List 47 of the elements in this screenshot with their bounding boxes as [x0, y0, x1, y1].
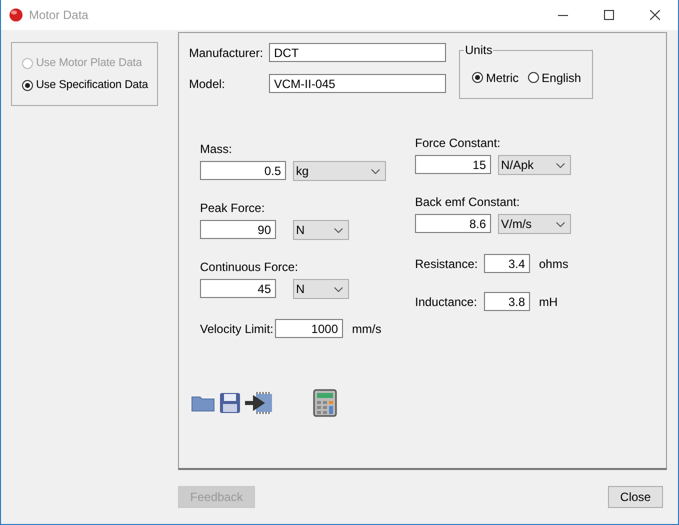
- number-field[interactable]: 3.4: [484, 254, 530, 273]
- field-label: Manufacturer:: [189, 46, 264, 60]
- save-icon[interactable]: [219, 392, 241, 414]
- number-field[interactable]: 45: [200, 279, 276, 298]
- chevron-icon: [556, 222, 565, 226]
- unit-dropdown[interactable]: N: [293, 220, 349, 240]
- radio-button[interactable]: English: [528, 70, 582, 84]
- chevron-icon: [556, 162, 565, 168]
- number-field[interactable]: 90: [200, 220, 276, 239]
- window-title: Motor Data: [29, 8, 90, 22]
- text-field[interactable]: DCT: [269, 43, 446, 62]
- radio-button[interactable]: Use Specification Data: [22, 79, 157, 91]
- field-label: Force Constant:: [415, 136, 502, 150]
- close-dialog-button[interactable]: Close: [608, 486, 663, 508]
- field-label: Resistance:: [415, 256, 479, 270]
- group-title: Units: [464, 43, 494, 57]
- chevron-icon: [371, 168, 380, 174]
- calculator-icon[interactable]: [313, 389, 337, 417]
- radio-button[interactable]: Metric: [472, 70, 519, 84]
- unit-label: mm/s: [352, 322, 382, 336]
- number-field[interactable]: 0.5: [200, 161, 286, 180]
- upload-to-chip-icon[interactable]: [245, 391, 273, 415]
- chevron-icon: [334, 228, 343, 232]
- field-label: Peak Force:: [200, 201, 266, 215]
- unit-dropdown[interactable]: kg: [293, 161, 386, 181]
- field-label: Back emf Constant:: [415, 195, 521, 209]
- unit-dropdown[interactable]: V/m/s: [498, 214, 571, 234]
- field-label: Inductance:: [415, 294, 478, 308]
- unit-label: ohms: [539, 256, 568, 270]
- field-label: Velocity Limit:: [200, 322, 274, 336]
- text-field[interactable]: VCM-II-045: [269, 74, 446, 93]
- number-field[interactable]: 8.6: [415, 214, 491, 233]
- field-label: Continuous Force:: [200, 260, 300, 274]
- number-field[interactable]: 1000: [275, 319, 343, 338]
- close-icon[interactable]: [650, 10, 660, 20]
- unit-dropdown[interactable]: N: [293, 279, 349, 299]
- number-field[interactable]: 3.8: [484, 292, 530, 311]
- unit-dropdown[interactable]: N/Apk: [498, 155, 571, 175]
- chevron-icon: [334, 286, 343, 292]
- field-label: Mass:: [200, 142, 234, 156]
- maximize-icon[interactable]: [604, 10, 614, 20]
- field-label: Model:: [189, 76, 226, 90]
- unit-label: mH: [539, 294, 558, 308]
- number-field[interactable]: 15: [415, 155, 491, 174]
- minimize-icon[interactable]: [558, 14, 568, 16]
- app-logo-icon: [9, 8, 23, 22]
- folder-icon[interactable]: [191, 394, 215, 412]
